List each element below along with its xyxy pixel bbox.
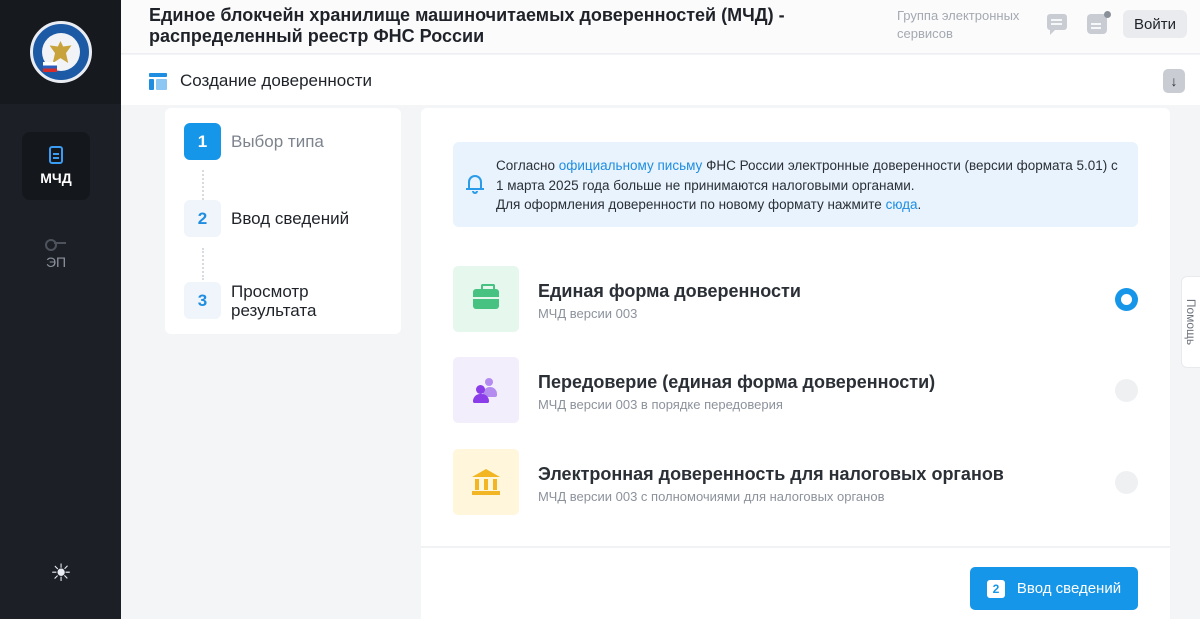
option-subtitle: МЧД версии 003 с полномочиями для налого… xyxy=(538,489,885,504)
document-icon xyxy=(49,146,63,164)
notice-text-part: . xyxy=(917,197,922,212)
step-connector xyxy=(202,170,204,200)
site-title: Единое блокчейн хранилище машиночитаемых… xyxy=(149,5,785,46)
official-letter-link[interactable]: официальному письму xyxy=(559,158,703,173)
nav-item-mchd[interactable]: МЧД xyxy=(22,132,90,200)
step-3[interactable]: 3 Просмотр результата xyxy=(184,282,361,320)
here-link[interactable]: сюда xyxy=(886,197,918,212)
option-icon-box xyxy=(453,266,519,332)
notice-text: Согласно официальному письму ФНС России … xyxy=(496,156,1126,215)
steps-panel: 1 Выбор типа 2 Ввод сведений 3 Просмотр … xyxy=(165,108,401,334)
flag-icon xyxy=(42,62,57,72)
logo-area xyxy=(0,0,121,104)
next-step-label: Ввод сведений xyxy=(1016,580,1122,597)
option-redelegation[interactable]: Передоверие (единая форма доверенности) … xyxy=(453,357,1138,423)
option-radio[interactable] xyxy=(1115,471,1138,494)
step-label: Выбор типа xyxy=(231,132,324,151)
sidebar: МЧД ЭП ☀ xyxy=(0,0,121,619)
option-radio[interactable] xyxy=(1115,379,1138,402)
help-tab-label: Помощь xyxy=(1184,298,1198,346)
eagle-icon xyxy=(49,41,72,63)
briefcase-icon xyxy=(473,284,499,309)
divider xyxy=(421,546,1170,548)
notice-text-part: Для оформления доверенности по новому фо… xyxy=(496,197,886,212)
bank-icon xyxy=(472,469,500,495)
fns-logo[interactable] xyxy=(29,21,92,83)
nav-item-ep[interactable]: ЭП xyxy=(22,220,90,288)
step-label: Просмотр результата xyxy=(231,282,317,320)
download-icon[interactable]: ↓ xyxy=(1163,69,1185,93)
step-number: 2 xyxy=(184,200,221,237)
services-group-link[interactable]: Группа электронных сервисов xyxy=(897,7,1037,43)
step-2[interactable]: 2 Ввод сведений xyxy=(184,200,361,237)
nav-item-label: ЭП xyxy=(45,254,67,270)
page-title: Создание доверенности xyxy=(180,71,372,90)
help-tab[interactable]: Помощь xyxy=(1181,276,1200,368)
login-button[interactable]: Войти xyxy=(1123,10,1187,38)
people-icon xyxy=(473,378,499,403)
bell-icon xyxy=(466,175,484,195)
option-single-form[interactable]: Единая форма доверенности МЧД версии 003 xyxy=(453,266,1138,332)
option-title: Передоверие (единая форма доверенности) xyxy=(538,372,936,392)
next-step-button[interactable]: 2 Ввод сведений xyxy=(970,567,1138,610)
option-subtitle: МЧД версии 003 в порядке передоверия xyxy=(538,397,783,412)
page-toolbar: Создание доверенности ↓ xyxy=(121,55,1200,105)
option-title: Единая форма доверенности xyxy=(538,281,801,301)
sun-icon[interactable]: ☀ xyxy=(50,562,72,586)
step-number: 1 xyxy=(184,123,221,160)
step-number: 3 xyxy=(184,282,221,319)
key-icon xyxy=(45,238,67,251)
step-connector xyxy=(202,248,204,280)
notification-icon[interactable] xyxy=(1087,11,1111,36)
chat-icon[interactable] xyxy=(1047,14,1069,36)
option-radio[interactable] xyxy=(1115,288,1138,311)
main-card: Согласно официальному письму ФНС России … xyxy=(421,108,1170,619)
option-title: Электронная доверенность для налоговых о… xyxy=(538,464,1004,484)
option-tax-authorities[interactable]: Электронная доверенность для налоговых о… xyxy=(453,449,1138,515)
nav-item-label: МЧД xyxy=(40,170,72,186)
header: Единое блокчейн хранилище машиночитаемых… xyxy=(121,0,1200,54)
step-label: Ввод сведений xyxy=(231,209,350,228)
notice-text-part: Согласно xyxy=(496,158,559,173)
step-badge: 2 xyxy=(986,579,1005,598)
option-subtitle: МЧД версии 003 xyxy=(538,306,638,321)
step-1[interactable]: 1 Выбор типа xyxy=(184,123,361,160)
layout-icon xyxy=(149,73,167,90)
option-icon-box xyxy=(453,357,519,423)
option-icon-box xyxy=(453,449,519,515)
info-notice: Согласно официальному письму ФНС России … xyxy=(453,142,1138,227)
